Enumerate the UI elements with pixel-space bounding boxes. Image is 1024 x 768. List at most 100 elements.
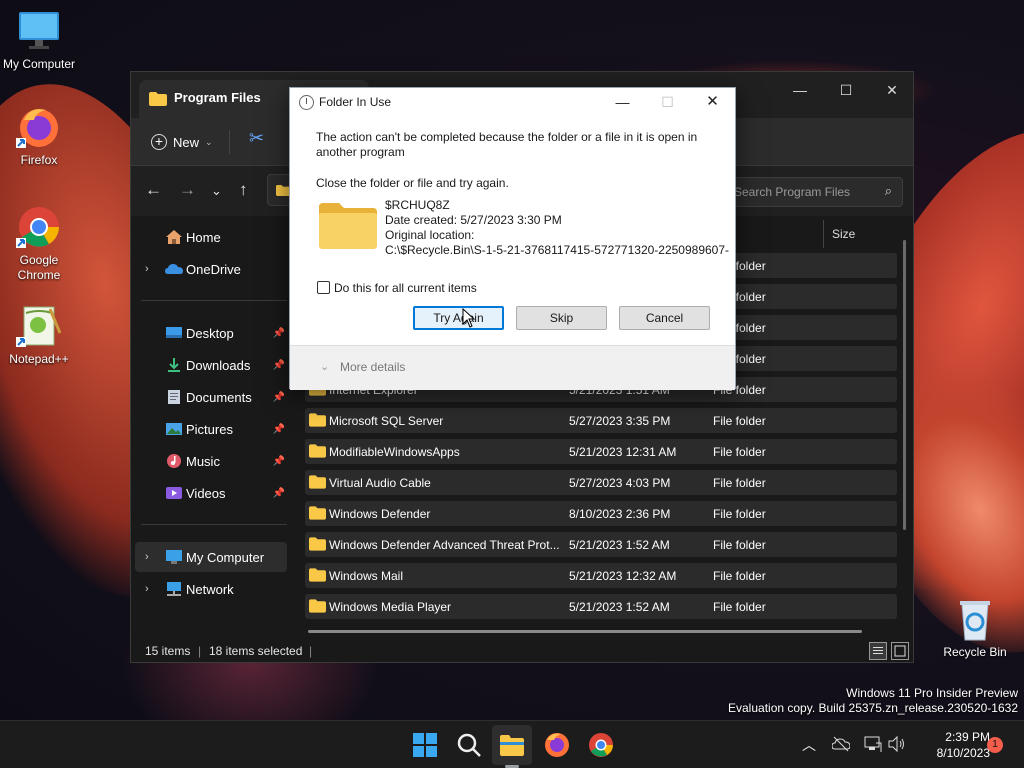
- close-button[interactable]: ✕: [869, 76, 915, 108]
- back-arrow-icon[interactable]: ←: [145, 180, 162, 200]
- chevron-down-icon[interactable]: ⌄: [320, 360, 329, 373]
- volume-icon[interactable]: [888, 736, 906, 752]
- row-date: 5/21/2023 12:32 AM: [569, 569, 677, 583]
- navigation-pane: Home › OneDrive Desktop 📌 Downloads 📌 Do…: [131, 216, 291, 636]
- sidebar-item-downloads[interactable]: Downloads 📌: [135, 350, 287, 380]
- table-row[interactable]: ModifiableWindowsApps 5/21/2023 12:31 AM…: [305, 439, 897, 464]
- folder-icon: [309, 444, 326, 458]
- recent-chevron-icon[interactable]: ⌄: [211, 183, 222, 199]
- folder-icon: [149, 92, 167, 106]
- chevron-right-icon[interactable]: ›: [145, 551, 149, 563]
- video-icon: [166, 487, 182, 499]
- dialog-title: Folder In Use: [319, 95, 392, 109]
- pin-icon[interactable]: 📌: [273, 392, 285, 403]
- notification-badge[interactable]: 1: [987, 737, 1003, 753]
- folder-in-use-dialog: Folder In Use — ☐ ✕ The action can't be …: [289, 87, 736, 390]
- sidebar-item-my-computer[interactable]: › My Computer: [135, 542, 287, 572]
- sidebar-item-music[interactable]: Music 📌: [135, 446, 287, 476]
- sidebar-item-desktop[interactable]: Desktop 📌: [135, 318, 287, 348]
- chevron-up-icon[interactable]: ︿: [802, 735, 816, 755]
- search-placeholder: Search Program Files: [734, 185, 851, 199]
- sidebar-item-home[interactable]: Home: [135, 222, 287, 252]
- column-divider: [823, 220, 824, 248]
- table-row[interactable]: Virtual Audio Cable 5/27/2023 4:03 PM Fi…: [305, 470, 897, 495]
- desktop-icon-notepadpp[interactable]: Notepad++: [1, 303, 77, 367]
- row-date: 5/27/2023 3:35 PM: [569, 414, 671, 428]
- sidebar-item-pictures[interactable]: Pictures 📌: [135, 414, 287, 444]
- chevron-right-icon[interactable]: ›: [145, 263, 149, 275]
- apply-to-all-label[interactable]: Do this for all current items: [334, 281, 477, 295]
- dialog-instruction: Close the folder or file and try again.: [316, 176, 509, 190]
- sidebar-item-label: Videos: [186, 485, 226, 501]
- music-icon: [167, 454, 181, 468]
- firefox-icon[interactable]: [543, 731, 571, 759]
- status-item-count: 15 items: [145, 644, 191, 658]
- network-status-icon[interactable]: [864, 735, 882, 753]
- row-type: File folder: [713, 445, 766, 459]
- up-arrow-icon[interactable]: ↑: [239, 180, 248, 200]
- new-button[interactable]: + New ⌄: [151, 130, 213, 154]
- new-button-label: New: [173, 134, 200, 150]
- desktop-icon-recycle-bin[interactable]: Recycle Bin: [937, 596, 1013, 660]
- desktop-icon-my-computer[interactable]: My Computer: [1, 8, 77, 72]
- cloud-offline-icon[interactable]: [832, 736, 850, 752]
- windows-watermark: Windows 11 Pro Insider Preview Evaluatio…: [728, 686, 1018, 716]
- dialog-minimize-button[interactable]: —: [600, 88, 645, 118]
- table-row[interactable]: Windows Defender Advanced Threat Prot...…: [305, 532, 897, 557]
- dialog-close-button[interactable]: ✕: [690, 88, 735, 118]
- row-type: File folder: [713, 507, 766, 521]
- vertical-scrollbar[interactable]: [903, 240, 906, 530]
- monitor-icon: [166, 550, 182, 564]
- sidebar-item-network[interactable]: › Network: [135, 574, 287, 604]
- sidebar-item-videos[interactable]: Videos 📌: [135, 478, 287, 508]
- search-icon[interactable]: [455, 731, 483, 759]
- table-row[interactable]: Windows Mail 5/21/2023 12:32 AM File fol…: [305, 563, 897, 588]
- skip-button[interactable]: Skip: [516, 306, 607, 330]
- pin-icon[interactable]: 📌: [273, 424, 285, 435]
- desktop-icon-chrome[interactable]: Google Chrome: [1, 204, 77, 283]
- pin-icon[interactable]: 📌: [273, 488, 285, 499]
- maximize-button[interactable]: ☐: [823, 76, 869, 108]
- details-view-button[interactable]: [869, 642, 887, 660]
- row-type: File folder: [713, 600, 766, 614]
- sidebar-item-documents[interactable]: Documents 📌: [135, 382, 287, 412]
- item-date-created: Date created: 5/27/2023 3:30 PM: [385, 213, 562, 227]
- horizontal-scrollbar[interactable]: [308, 630, 862, 633]
- folder-icon: [309, 475, 326, 489]
- row-type: File folder: [713, 538, 766, 552]
- cancel-button[interactable]: Cancel: [619, 306, 710, 330]
- chevron-right-icon[interactable]: ›: [145, 583, 149, 595]
- pin-icon[interactable]: 📌: [273, 360, 285, 371]
- desktop-icon-firefox[interactable]: Firefox: [1, 104, 77, 168]
- pin-icon[interactable]: 📌: [273, 328, 285, 339]
- table-row[interactable]: Windows Media Player 5/21/2023 1:52 AM F…: [305, 594, 897, 619]
- try-again-button[interactable]: Try Again: [413, 306, 504, 330]
- search-box[interactable]: Search Program Files ⌕: [725, 177, 903, 207]
- table-row[interactable]: Windows Defender 8/10/2023 2:36 PM File …: [305, 501, 897, 526]
- cut-icon[interactable]: ✂: [249, 128, 264, 149]
- status-selected-count: 18 items selected: [209, 644, 303, 658]
- column-header-size[interactable]: Size: [832, 227, 855, 241]
- minimize-button[interactable]: —: [777, 76, 823, 108]
- folder-icon: [309, 599, 326, 613]
- system-clock[interactable]: 2:39 PM 8/10/2023: [910, 729, 990, 761]
- more-details-toggle[interactable]: More details: [340, 360, 405, 374]
- sidebar-item-label: Home: [186, 229, 221, 245]
- apply-to-all-checkbox[interactable]: [317, 281, 330, 294]
- tiles-view-button[interactable]: [891, 642, 909, 660]
- desktop-icon-label: Google Chrome: [17, 253, 61, 282]
- sidebar-item-onedrive[interactable]: › OneDrive: [135, 254, 287, 284]
- command-divider: [229, 130, 230, 154]
- document-icon: [168, 390, 180, 404]
- chrome-icon[interactable]: [587, 731, 615, 759]
- row-type: File folder: [713, 476, 766, 490]
- windows-start-icon[interactable]: [411, 731, 439, 759]
- row-name: Microsoft SQL Server: [329, 414, 444, 428]
- file-explorer-icon[interactable]: [498, 731, 526, 759]
- forward-arrow-icon[interactable]: →: [179, 180, 196, 200]
- table-row[interactable]: Microsoft SQL Server 5/27/2023 3:35 PM F…: [305, 408, 897, 433]
- sidebar-item-label: Downloads: [186, 357, 251, 373]
- dialog-maximize-button[interactable]: ☐: [645, 88, 690, 118]
- pin-icon[interactable]: 📌: [273, 456, 285, 467]
- home-icon: [166, 230, 182, 244]
